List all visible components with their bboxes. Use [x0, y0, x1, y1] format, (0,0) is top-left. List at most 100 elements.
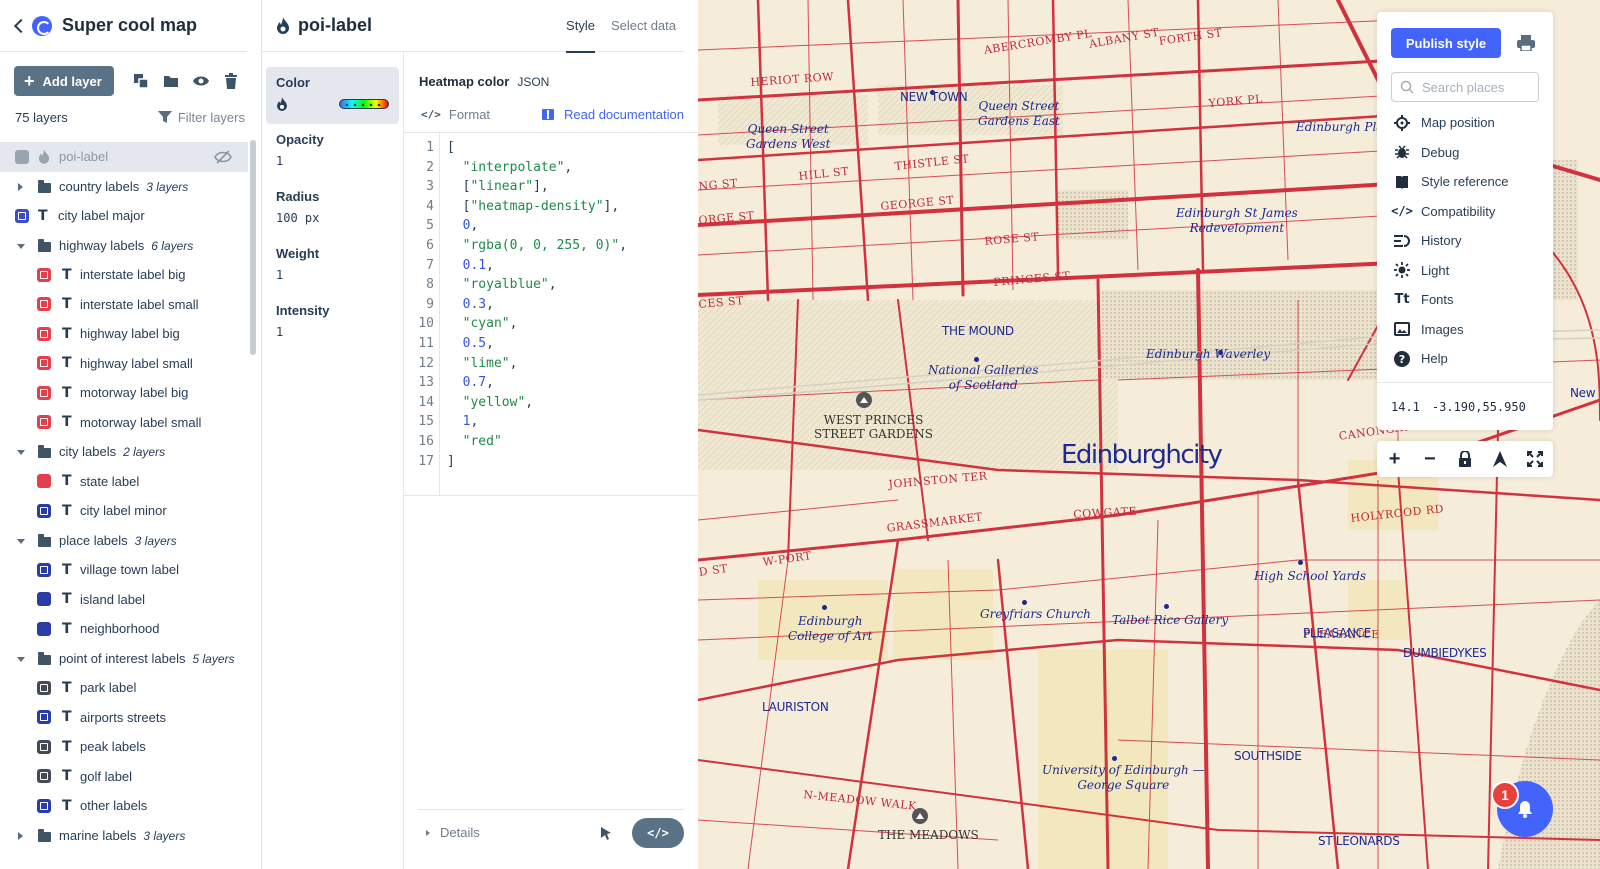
- zoom-in-button[interactable]: +: [1383, 447, 1407, 471]
- layer-row[interactable]: Tpeak labels: [0, 732, 248, 762]
- print-icon[interactable]: [1517, 35, 1535, 51]
- layer-color-swatch[interactable]: [37, 798, 51, 813]
- layer-group-row[interactable]: point of interest labels 5 layers: [0, 644, 248, 674]
- code-toggle-button[interactable]: </>: [632, 817, 684, 848]
- layer-row[interactable]: Tcity label major: [0, 201, 248, 231]
- layer-color-swatch[interactable]: [37, 297, 51, 312]
- layer-color-swatch[interactable]: [37, 710, 51, 725]
- add-layer-button[interactable]: + Add layer: [14, 66, 114, 96]
- property-opacity[interactable]: Opacity 1: [266, 124, 399, 181]
- cursor-icon[interactable]: [600, 826, 612, 840]
- menu-item-images[interactable]: Images: [1377, 315, 1553, 345]
- layer-row[interactable]: Tinterstate label big: [0, 260, 248, 290]
- peak-marker-icon[interactable]: [856, 392, 872, 408]
- property-weight[interactable]: Weight 1: [266, 238, 399, 295]
- layer-row[interactable]: Tmotorway label small: [0, 408, 248, 438]
- layer-color-swatch[interactable]: [37, 739, 51, 754]
- compass-button[interactable]: [1488, 447, 1512, 471]
- group-folder-icon[interactable]: [162, 72, 180, 90]
- filter-layers-button[interactable]: Filter layers: [157, 109, 245, 125]
- layer-group-row[interactable]: country labels 3 layers: [0, 172, 248, 202]
- poi-marker[interactable]: [1218, 350, 1223, 355]
- layer-group-row[interactable]: highway labels 6 layers: [0, 231, 248, 261]
- layer-row[interactable]: Tcity label minor: [0, 496, 248, 526]
- poi-marker[interactable]: [1298, 560, 1303, 565]
- layer-color-swatch[interactable]: [37, 621, 51, 636]
- layer-color-swatch[interactable]: [37, 474, 51, 489]
- tab-style[interactable]: Style: [558, 0, 603, 53]
- layer-color-swatch[interactable]: [37, 680, 51, 695]
- menu-item-compatibility[interactable]: </> Compatibility: [1377, 197, 1553, 227]
- property-intensity[interactable]: Intensity 1: [266, 295, 399, 352]
- menu-item-style-reference[interactable]: Style reference: [1377, 167, 1553, 197]
- layer-row[interactable]: Tvillage town label: [0, 555, 248, 585]
- caret-down-icon[interactable]: [17, 656, 25, 662]
- layer-group-row[interactable]: marine labels 3 layers: [0, 821, 248, 851]
- poi-marker[interactable]: [974, 357, 979, 362]
- read-documentation-link[interactable]: Read documentation: [542, 107, 684, 122]
- layer-color-swatch[interactable]: [37, 326, 51, 341]
- layer-group-count: 2 layers: [123, 445, 166, 460]
- json-code-editor[interactable]: 1[2 "interpolate", 3 ["linear"], 4 ["heatm…: [404, 132, 698, 496]
- layer-color-swatch[interactable]: [37, 503, 51, 518]
- menu-item-history[interactable]: History: [1377, 226, 1553, 256]
- menu-item-fonts[interactable]: Tt Fonts: [1377, 285, 1553, 315]
- layer-color-swatch[interactable]: [37, 592, 51, 607]
- layer-row[interactable]: Tstate label: [0, 467, 248, 497]
- layer-color-swatch[interactable]: [37, 356, 51, 371]
- poi-marker[interactable]: [1112, 756, 1117, 761]
- caret-down-icon[interactable]: [17, 450, 25, 455]
- zoom-out-button[interactable]: −: [1418, 447, 1442, 471]
- menu-item-map-position[interactable]: Map position: [1377, 108, 1553, 138]
- layer-color-swatch[interactable]: [37, 562, 51, 577]
- menu-item-debug[interactable]: Debug: [1377, 138, 1553, 168]
- layer-color-swatch[interactable]: [15, 149, 29, 164]
- poi-marker[interactable]: [822, 605, 827, 610]
- lock-button[interactable]: [1453, 447, 1477, 471]
- layer-row[interactable]: Tother labels: [0, 791, 248, 821]
- format-button[interactable]: </> Format: [421, 107, 490, 122]
- layer-row[interactable]: Tneighborhood: [0, 614, 248, 644]
- layer-row[interactable]: Tpark label: [0, 673, 248, 703]
- poi-marker[interactable]: [1022, 600, 1027, 605]
- poi-marker[interactable]: [930, 90, 935, 95]
- visibility-eye-icon[interactable]: [192, 72, 210, 90]
- property-color[interactable]: Color: [266, 67, 399, 124]
- menu-item-help[interactable]: ? Help: [1377, 344, 1553, 374]
- filter-layers-label: Filter layers: [177, 109, 245, 125]
- tab-select-data[interactable]: Select data: [603, 0, 684, 52]
- details-toggle[interactable]: Details: [426, 825, 480, 840]
- hidden-eye-icon[interactable]: [214, 150, 232, 164]
- layer-row[interactable]: Thighway label small: [0, 349, 248, 379]
- layer-row[interactable]: Tisland label: [0, 585, 248, 615]
- layer-list-scrollbar[interactable]: [250, 140, 256, 355]
- poi-marker[interactable]: [1164, 604, 1169, 609]
- editor-mode[interactable]: JSON: [517, 75, 549, 89]
- caret-down-icon[interactable]: [17, 538, 25, 544]
- layer-row[interactable]: Tgolf label: [0, 762, 248, 792]
- layer-row[interactable]: Tinterstate label small: [0, 290, 248, 320]
- layer-group-row[interactable]: place labels 3 layers: [0, 526, 248, 556]
- duplicate-icon[interactable]: [132, 72, 150, 90]
- peak-marker-icon[interactable]: [912, 808, 928, 824]
- trash-icon[interactable]: [222, 72, 240, 90]
- property-radius[interactable]: Radius 100 px: [266, 181, 399, 238]
- fullscreen-button[interactable]: [1523, 447, 1547, 471]
- layer-row[interactable]: Tmotorway label big: [0, 378, 248, 408]
- layer-color-swatch[interactable]: [37, 267, 51, 282]
- layer-color-swatch[interactable]: [37, 415, 51, 430]
- back-icon[interactable]: [13, 18, 29, 33]
- menu-item-light[interactable]: Light: [1377, 256, 1553, 286]
- layer-row[interactable]: Tairports streets: [0, 703, 248, 733]
- layer-row[interactable]: poi-label: [0, 142, 248, 172]
- caret-down-icon[interactable]: [17, 243, 25, 249]
- publish-style-button[interactable]: Publish style: [1391, 28, 1501, 58]
- caret-right-icon[interactable]: [18, 182, 23, 191]
- layer-row[interactable]: Thighway label big: [0, 319, 248, 349]
- layer-color-swatch[interactable]: [15, 208, 29, 223]
- caret-right-icon[interactable]: [18, 831, 23, 840]
- layer-color-swatch[interactable]: [37, 769, 51, 784]
- layer-group-row[interactable]: city labels 2 layers: [0, 437, 248, 467]
- layer-color-swatch[interactable]: [37, 385, 51, 400]
- search-places-input[interactable]: Search places: [1391, 72, 1539, 102]
